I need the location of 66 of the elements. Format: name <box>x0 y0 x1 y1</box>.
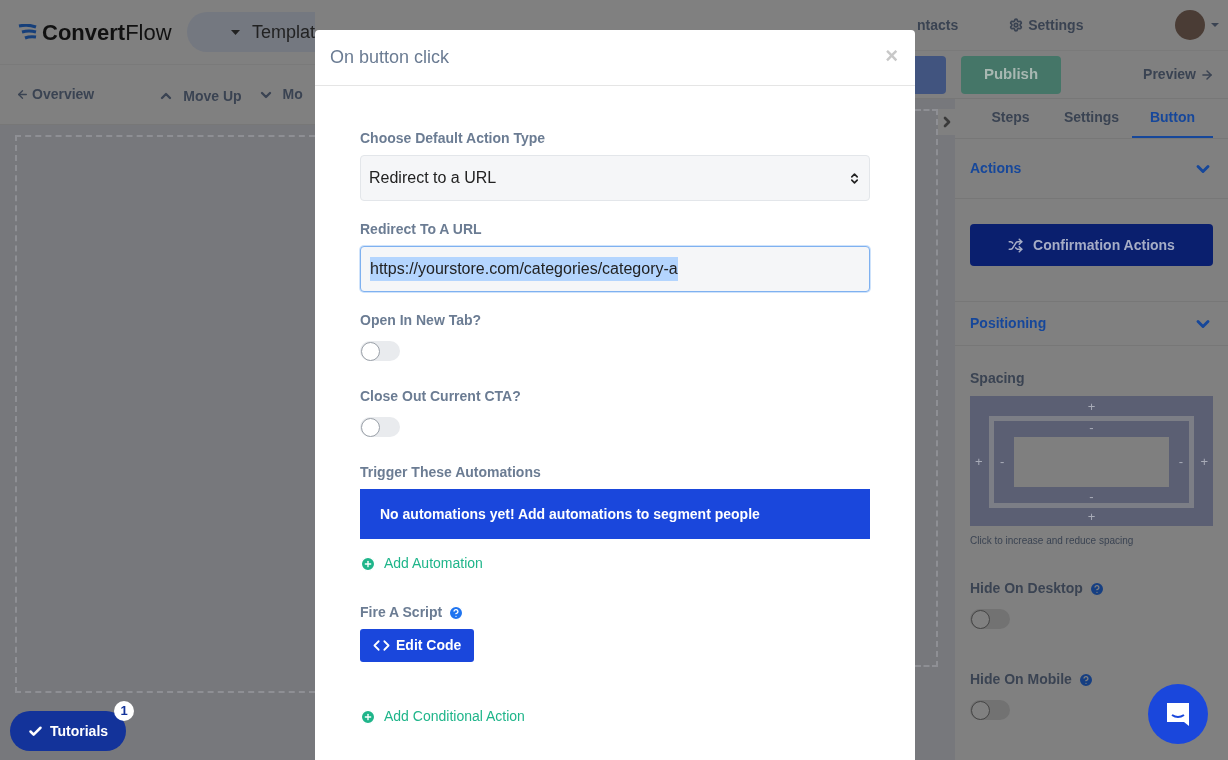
add-automation-link[interactable]: Add Automation <box>384 553 483 574</box>
spacing-caption: Click to increase and reduce spacing <box>970 534 1135 548</box>
setting-label: Hide On Mobile <box>970 670 1072 689</box>
toolbar-button[interactable] <box>915 55 946 94</box>
margin-control[interactable]: + <box>1196 455 1208 468</box>
logo-text: ConvertFlow <box>42 18 172 47</box>
notice-banner: No automations yet! Add automations to segment people <box>360 489 870 539</box>
margin-control[interactable]: + <box>1087 400 1096 413</box>
padding-control[interactable]: - <box>1000 455 1012 468</box>
settings-nav-item[interactable]: Settings <box>1009 14 1084 36</box>
plus-circle-icon <box>360 555 376 572</box>
help-icon[interactable] <box>1088 580 1105 597</box>
field-label: Fire A Script <box>360 603 443 622</box>
chat-bubble-icon <box>1164 700 1192 728</box>
field-label: Close Out Current CTA? <box>360 387 522 406</box>
margin-control[interactable]: + <box>1087 510 1096 523</box>
url-text: https://yourstore.com/categories/category-a <box>370 257 678 281</box>
plus-circle-icon <box>360 708 376 725</box>
dialog-title: On button click <box>330 46 450 69</box>
section-title[interactable]: Positioning <box>970 313 1047 334</box>
section-title[interactable]: Actions <box>970 158 1022 179</box>
move-up-button[interactable]: Move Up <box>158 85 242 107</box>
padding-control[interactable]: - <box>1089 420 1094 434</box>
toggle-switch[interactable] <box>360 341 400 361</box>
toggle-switch[interactable] <box>970 609 1010 629</box>
url-input-field[interactable]: https://yourstore.com/categories/category-a <box>360 246 870 292</box>
nav-item[interactable]: ntacts <box>917 14 959 36</box>
avatar[interactable] <box>1175 10 1206 41</box>
logo-icon <box>18 24 38 40</box>
add-conditional-action-link[interactable]: Add Conditional Action <box>384 706 525 727</box>
collapse-panel-button[interactable] <box>938 109 955 135</box>
help-icon[interactable] <box>1077 671 1094 688</box>
action-type-select[interactable]: Redirect to a URL <box>360 155 870 201</box>
edit-code-button[interactable]: Edit Code <box>360 629 475 662</box>
setting-label: Hide On Desktop <box>970 579 1083 598</box>
publish-button[interactable]: Publish <box>961 55 1061 94</box>
panel-tab[interactable]: Button <box>1132 99 1213 138</box>
overview-link[interactable]: Overview <box>16 84 95 105</box>
margin-control[interactable]: + <box>975 455 987 468</box>
chat-button[interactable] <box>1148 684 1208 744</box>
spacing-control[interactable]: + + - - - - + + <box>970 396 1213 526</box>
caret-icon <box>230 29 240 35</box>
template-menu[interactable]: Templat <box>186 12 315 52</box>
padding-control[interactable]: - <box>1089 489 1094 503</box>
spacing-label: Spacing <box>970 369 1026 388</box>
field-label: Trigger These Automations <box>360 463 542 482</box>
toggle-switch[interactable] <box>970 700 1010 720</box>
field-label: Redirect To A URL <box>360 220 483 239</box>
move-down-button[interactable]: Mo <box>257 84 303 105</box>
panel-tab[interactable]: Steps <box>970 99 1051 138</box>
select-arrows-icon <box>848 171 861 185</box>
notification-badge: 1 <box>114 701 135 721</box>
caret-icon <box>1211 23 1220 28</box>
field-label: Open In New Tab? <box>360 311 483 330</box>
close-button[interactable]: × <box>885 44 898 67</box>
preview-link[interactable]: Preview <box>1143 64 1214 86</box>
field-label: Choose Default Action Type <box>360 129 547 148</box>
check-icon <box>28 723 43 739</box>
settings-icon <box>1009 18 1024 33</box>
code-icon <box>373 637 390 654</box>
padding-control[interactable]: - <box>1171 455 1183 468</box>
shuffle-icon <box>1008 237 1024 253</box>
panel-tab[interactable]: Settings <box>1051 99 1132 138</box>
toggle-switch[interactable] <box>360 417 400 437</box>
arrow-left-icon <box>16 88 29 101</box>
confirmation-actions-button[interactable]: Confirmation Actions <box>970 224 1213 266</box>
